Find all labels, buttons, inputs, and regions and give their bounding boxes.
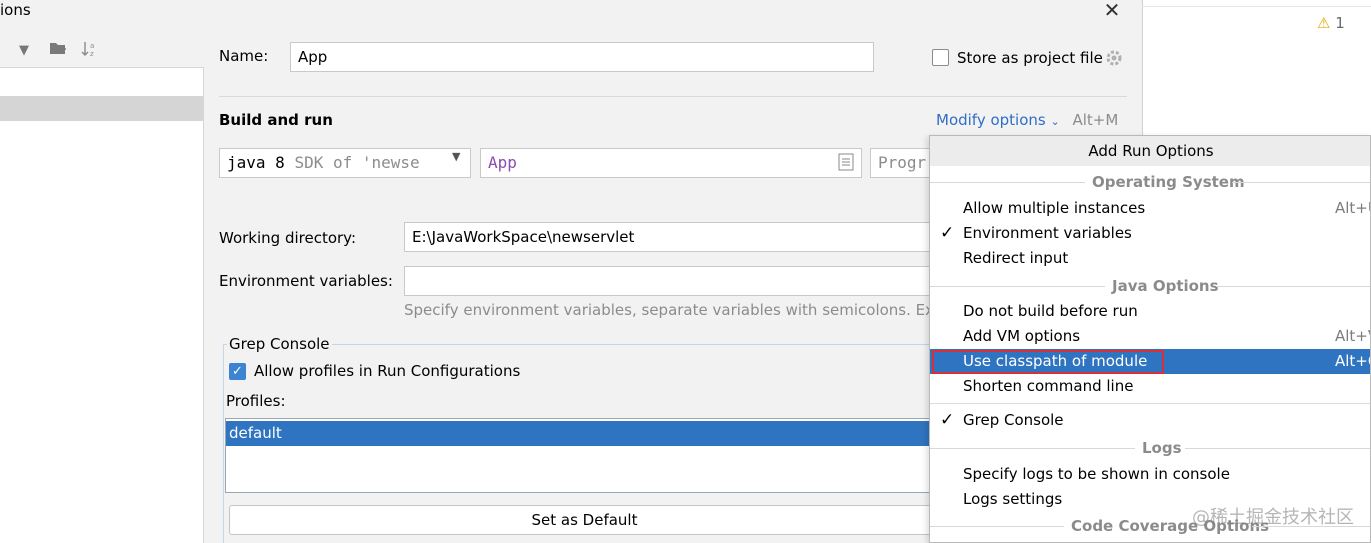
modify-options-label[interactable]: Modify options	[936, 111, 1046, 129]
option-label: Add VM options	[963, 327, 1081, 345]
sort-icon[interactable]: az	[78, 40, 100, 62]
option-label: Grep Console	[963, 411, 1064, 429]
tree-selected-row[interactable]	[0, 96, 203, 121]
option-shortcut: Alt+V	[1335, 327, 1370, 345]
store-project-label[interactable]: Store as project file	[957, 49, 1103, 67]
editor-top-line	[1142, 6, 1371, 7]
profiles-label: Profiles:	[226, 392, 286, 410]
option-shortcut: Alt+O	[1335, 352, 1370, 370]
browse-icon[interactable]	[838, 153, 854, 175]
option-label: Environment variables	[963, 224, 1132, 242]
modify-options-shortcut: Alt+M	[1072, 111, 1119, 129]
popup-divider	[930, 403, 1370, 404]
main-class-field[interactable]: App	[480, 148, 862, 178]
option-specify-logs[interactable]: Specify logs to be shown in console	[930, 462, 1370, 487]
env-vars-hint: Specify environment variables, separate …	[404, 301, 929, 319]
warning-indicator[interactable]: ⚠ 1	[1317, 14, 1345, 32]
group-label: Java Options	[1112, 277, 1219, 295]
option-do-not-build[interactable]: Do not build before run	[930, 299, 1370, 324]
dropdown-arrow-icon[interactable]: ▼	[452, 150, 460, 163]
env-vars-label: Environment variables:	[219, 272, 393, 290]
list-item[interactable]: default	[226, 421, 940, 446]
option-label: Logs settings	[963, 490, 1063, 508]
grep-console-title: Grep Console	[227, 335, 332, 353]
allow-profiles-checkbox[interactable]: ✓	[229, 363, 246, 380]
option-label: Shorten command line	[963, 377, 1134, 395]
tree-toolbar: ▼ az	[0, 40, 204, 66]
close-icon[interactable]: ✕	[1101, 0, 1123, 22]
option-add-vm-options[interactable]: Add VM options Alt+V	[930, 324, 1370, 349]
option-redirect-input[interactable]: Redirect input	[930, 246, 1370, 271]
gear-icon[interactable]	[1104, 48, 1124, 72]
name-field[interactable]: App	[290, 42, 874, 72]
option-environment-variables[interactable]: ✓ Environment variables	[930, 221, 1370, 246]
group-operating-system: Operating System	[930, 171, 1370, 193]
dialog-title: ions	[0, 1, 31, 19]
add-run-options-popup: Add Run Options Operating System Allow m…	[929, 135, 1371, 543]
config-tree[interactable]	[0, 67, 204, 543]
warning-icon: ⚠	[1317, 14, 1331, 32]
checkmark-icon: ✓	[940, 410, 955, 430]
jdk-suffix: SDK of 'newse	[294, 153, 420, 172]
option-allow-multiple-instances[interactable]: Allow multiple instances Alt+U	[930, 196, 1370, 221]
warning-count: 1	[1335, 14, 1345, 32]
annotation-highlight-box	[932, 350, 1164, 374]
option-shorten-command-line[interactable]: Shorten command line	[930, 374, 1370, 399]
set-default-button[interactable]: Set as Default	[229, 505, 940, 535]
checkmark-icon: ✓	[940, 223, 955, 243]
store-project-checkbox[interactable]	[932, 49, 949, 66]
modify-options-link[interactable]: Modify options ⌄ Alt+M	[936, 111, 1118, 129]
working-dir-label: Working directory:	[219, 229, 357, 247]
option-shortcut: Alt+U	[1335, 199, 1370, 217]
option-label: Do not build before run	[963, 302, 1138, 320]
popup-title: Add Run Options	[930, 136, 1370, 166]
option-grep-console[interactable]: ✓ Grep Console	[930, 408, 1370, 433]
group-java-options: Java Options	[930, 275, 1370, 297]
env-vars-field[interactable]	[404, 266, 934, 296]
program-args-field[interactable]: Progr	[870, 148, 930, 178]
option-label: Redirect input	[963, 249, 1069, 267]
name-label: Name:	[219, 47, 269, 65]
svg-text:a: a	[90, 42, 94, 50]
group-logs: Logs	[930, 437, 1370, 459]
watermark: @稀土掘金技术社区	[1192, 507, 1354, 528]
chevron-down-icon: ⌄	[1050, 115, 1060, 128]
working-dir-field[interactable]: E:\JavaWorkSpace\newservlet	[404, 222, 934, 252]
group-label: Operating System	[1092, 173, 1245, 191]
divider	[219, 96, 1127, 97]
chevron-down-icon[interactable]: ▼	[13, 40, 35, 62]
jdk-select[interactable]: java 8 SDK of 'newse	[219, 148, 471, 178]
group-label: Logs	[1142, 439, 1182, 457]
option-label: Specify logs to be shown in console	[963, 465, 1230, 483]
build-run-heading: Build and run	[219, 111, 333, 129]
allow-profiles-label[interactable]: Allow profiles in Run Configurations	[254, 362, 520, 380]
jdk-value: java 8	[227, 153, 285, 172]
new-folder-icon[interactable]	[47, 40, 69, 62]
svg-text:z: z	[90, 50, 94, 58]
option-label: Allow multiple instances	[963, 199, 1146, 217]
